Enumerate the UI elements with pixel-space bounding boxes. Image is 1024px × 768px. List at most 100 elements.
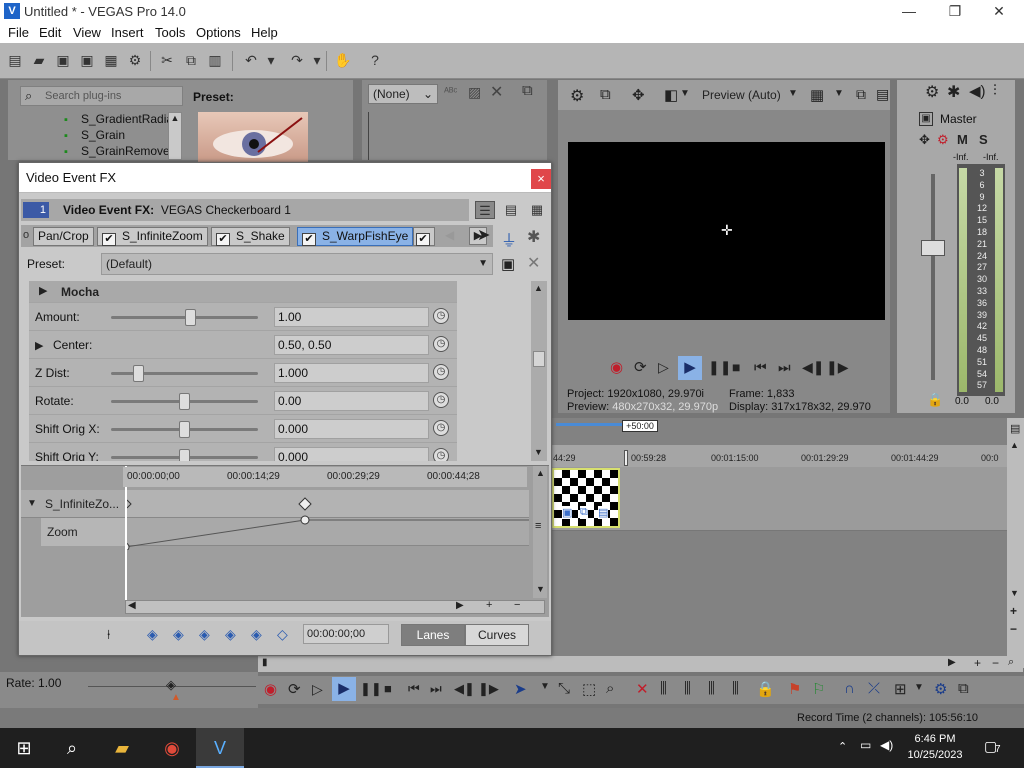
animate-clock-icon[interactable]: ◷: [433, 364, 449, 380]
next-frame-icon[interactable]: ❚▶: [478, 681, 499, 697]
menu-file[interactable]: File: [8, 25, 29, 40]
scroll-right-icon[interactable]: ▶: [456, 600, 464, 611]
trim-icon[interactable]: ⫼: [660, 680, 667, 697]
play-icon[interactable]: ▶: [332, 677, 356, 701]
param-slider[interactable]: [111, 449, 258, 461]
selection-tool-icon[interactable]: ⬚: [582, 680, 596, 698]
go-to-start-icon[interactable]: ⏮: [408, 681, 420, 697]
checkbox-checked-icon[interactable]: ✔: [102, 233, 116, 246]
chain-item-s-infinitezoom[interactable]: ✔ S_InfiniteZoom: [97, 227, 208, 246]
animate-clock-icon[interactable]: ◷: [433, 336, 449, 352]
record-icon[interactable]: ◉: [264, 680, 277, 698]
minimize-button[interactable]: —: [886, 0, 932, 23]
chevron-down-icon[interactable]: ▼: [834, 88, 844, 99]
zoom-out-icon[interactable]: −: [514, 599, 520, 611]
monitor-icon[interactable]: ⧉: [522, 82, 533, 99]
play-icon[interactable]: ▶: [678, 356, 702, 380]
lock-icon[interactable]: 🔒: [756, 680, 775, 698]
tray-overflow-icon[interactable]: ⌃: [838, 740, 847, 753]
collapse-arrow-icon[interactable]: ▼: [27, 498, 37, 509]
trim-end-icon[interactable]: ⫼: [708, 680, 715, 697]
plugin-item[interactable]: S_GrainRemove: [81, 144, 170, 158]
event-fx-icon[interactable]: ⧉: [580, 506, 588, 519]
scroll-down-icon[interactable]: ▼: [534, 447, 543, 457]
zoom-in-icon[interactable]: +: [1010, 604, 1017, 618]
previous-keyframe-icon[interactable]: ◈: [173, 626, 184, 643]
file-explorer-icon[interactable]: ▰: [98, 728, 146, 768]
new-file-icon[interactable]: ▤: [6, 51, 24, 69]
scroll-thumb[interactable]: [533, 351, 545, 367]
param-slider[interactable]: [111, 421, 258, 438]
param-value[interactable]: 1.000: [274, 363, 429, 383]
mixer-icon[interactable]: ⫶: [993, 82, 997, 99]
split-icon[interactable]: ⫼: [732, 680, 739, 697]
event-fx-icon[interactable]: ▤: [598, 506, 609, 519]
save-preset-icon[interactable]: ▣: [501, 255, 515, 273]
param-slider[interactable]: [111, 365, 258, 382]
menu-tools[interactable]: Tools: [155, 25, 185, 40]
external-monitor-icon[interactable]: ⧉: [600, 86, 611, 103]
animate-clock-icon[interactable]: ◷: [433, 420, 449, 436]
normal-edit-tool-icon[interactable]: ➤: [514, 680, 527, 698]
help-icon[interactable]: ?: [366, 51, 384, 69]
restore-button[interactable]: ❐: [932, 0, 978, 23]
slider-thumb[interactable]: [179, 449, 190, 461]
bus-icon[interactable]: ▣: [919, 112, 933, 126]
video-event-checkerboard[interactable]: ▣ ⧉ ▤: [552, 468, 620, 528]
trim-start-icon[interactable]: ⫼: [684, 680, 691, 697]
copy-icon[interactable]: ⧉: [182, 51, 200, 69]
speaker-icon[interactable]: ◀): [969, 82, 986, 100]
slider-thumb[interactable]: [179, 393, 190, 410]
next-keyframe-icon[interactable]: ◈: [199, 626, 210, 643]
fx-gear-icon[interactable]: ⚙: [937, 132, 949, 148]
delete-keyframe-icon[interactable]: ◇: [277, 626, 288, 643]
spellcheck-icon[interactable]: ᴬᴮᶜ: [444, 86, 457, 98]
plugin-item[interactable]: S_Grain: [81, 128, 125, 142]
envelope-tool-icon[interactable]: ⤡: [558, 680, 570, 697]
kf-horizontal-scrollbar[interactable]: ◀ ▶ + −: [125, 599, 545, 614]
plugin-chain-icon[interactable]: ⏚: [501, 227, 517, 251]
track-list-icon[interactable]: ▤: [1010, 422, 1020, 435]
sync-cursor-icon[interactable]: ⍿: [107, 627, 110, 643]
animate-clock-icon[interactable]: ◷: [433, 392, 449, 408]
go-to-end-icon[interactable]: ⏭: [778, 359, 791, 376]
mute-button[interactable]: M: [957, 132, 968, 147]
redo-dropdown-icon[interactable]: ▾: [308, 51, 326, 69]
loop-icon[interactable]: ⟳: [288, 680, 301, 698]
cut-icon[interactable]: ✂: [158, 51, 176, 69]
properties-hand-icon[interactable]: ✋: [334, 51, 352, 69]
timeline-vertical-scrollbar[interactable]: ▤ ▲ ▼ + −: [1007, 418, 1024, 668]
settings-gear-icon[interactable]: ⚙: [570, 86, 584, 106]
undo-dropdown-icon[interactable]: ▾: [262, 51, 280, 69]
scroll-up-icon[interactable]: ▲: [536, 468, 545, 478]
remove-plugin-icon[interactable]: ✱: [527, 227, 540, 247]
overlay-icon[interactable]: ◧: [664, 86, 678, 104]
slider-thumb[interactable]: [133, 365, 144, 382]
kf-subtrack-header[interactable]: Zoom: [41, 518, 125, 546]
chrome-icon[interactable]: ◉: [148, 728, 196, 768]
undo-icon[interactable]: ↶: [242, 51, 260, 69]
pan-crop-icon[interactable]: ▣: [562, 506, 573, 519]
go-to-end-icon[interactable]: ⏭: [430, 681, 442, 697]
volume-icon[interactable]: ◀): [880, 738, 893, 752]
lanes-toggle[interactable]: Lanes: [401, 624, 465, 646]
chain-item-pan-crop[interactable]: Pan/Crop: [33, 227, 94, 246]
param-value[interactable]: 0.000: [274, 419, 429, 439]
fx-icon[interactable]: ✱: [947, 82, 960, 102]
preview-quality-select[interactable]: Preview (Auto): [702, 88, 781, 102]
close-icon[interactable]: ✕: [490, 82, 503, 102]
param-value[interactable]: 0.50, 0.50: [274, 335, 429, 355]
fader-handle[interactable]: [921, 240, 945, 256]
timeline-ruler[interactable]: 44:29 00:59:28 00:01:15:00 00:01:29:29 0…: [551, 445, 1007, 467]
chevron-down-icon[interactable]: ▼: [788, 88, 798, 99]
plugin-search-input[interactable]: ⌕ Search plug-ins: [20, 86, 183, 106]
save-as-icon[interactable]: ▣: [78, 51, 96, 69]
checkbox-checked-icon[interactable]: ✔: [216, 233, 230, 246]
animate-clock-icon[interactable]: ◷: [433, 308, 449, 324]
expand-arrow-icon[interactable]: ▶: [39, 284, 47, 297]
params-scrollbar[interactable]: ▲ ▼: [531, 281, 547, 461]
zoom-tool-icon[interactable]: ⌕: [1008, 656, 1014, 669]
loop-icon[interactable]: ⟳: [634, 358, 647, 376]
marker-icon[interactable]: ⚑: [788, 680, 801, 698]
open-folder-icon[interactable]: ▰: [30, 51, 48, 69]
